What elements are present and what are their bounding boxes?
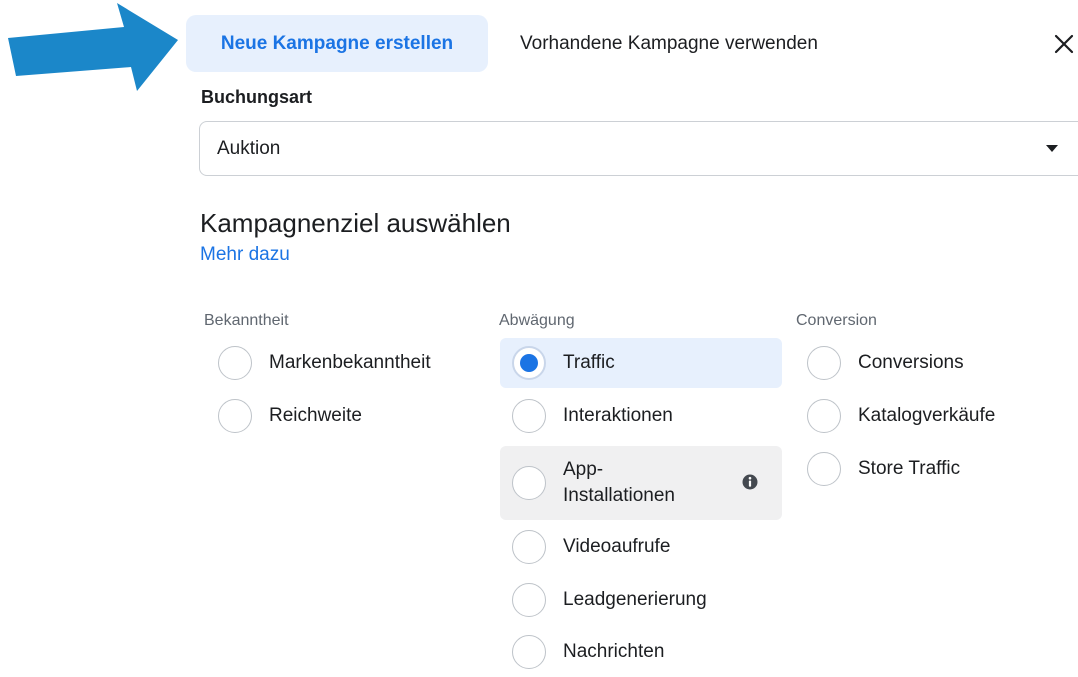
radio-button[interactable] — [512, 635, 546, 669]
radio-button[interactable] — [512, 530, 546, 564]
option-leadgenerierung[interactable]: Leadgenerierung — [500, 575, 782, 625]
option-markenbekanntheit[interactable]: Markenbekanntheit — [206, 338, 488, 388]
radio-button[interactable] — [512, 583, 546, 617]
booking-type-value: Auktion — [217, 138, 281, 159]
tab-existing-campaign[interactable]: Vorhandene Kampagne verwenden — [520, 28, 818, 60]
group-label-conversion: Conversion — [796, 312, 877, 329]
radio-button-selected[interactable] — [512, 346, 546, 380]
option-label: Reichweite — [269, 405, 362, 426]
option-videoaufrufe[interactable]: Videoaufrufe — [500, 522, 782, 572]
radio-button[interactable] — [512, 399, 546, 433]
booking-type-label: Buchungsart — [201, 87, 313, 107]
option-label: Traffic — [563, 352, 615, 373]
radio-dot-icon — [520, 354, 538, 372]
option-katalogverkaeufe[interactable]: Katalogverkäufe — [795, 391, 1077, 441]
objective-title: Kampagnenziel auswählen — [200, 208, 511, 238]
booking-type-select[interactable]: Auktion — [199, 121, 1078, 176]
radio-button[interactable] — [807, 399, 841, 433]
radio-button[interactable] — [807, 452, 841, 486]
close-button[interactable] — [1050, 28, 1078, 60]
option-label: Nachrichten — [563, 641, 665, 662]
option-store-traffic[interactable]: Store Traffic — [795, 444, 1077, 494]
close-icon — [1054, 34, 1074, 54]
option-label: Markenbekanntheit — [269, 352, 431, 373]
option-label: Videoaufrufe — [563, 536, 671, 557]
tab-new-campaign[interactable]: Neue Kampagne erstellen — [186, 15, 488, 72]
option-conversions[interactable]: Conversions — [795, 338, 1077, 388]
option-interaktionen[interactable]: Interaktionen — [500, 391, 782, 441]
option-traffic[interactable]: Traffic — [500, 338, 782, 388]
option-label: Interaktionen — [563, 405, 673, 426]
option-app-installationen[interactable]: App-Installationen — [500, 446, 782, 520]
option-label: Store Traffic — [858, 458, 961, 479]
radio-button[interactable] — [218, 346, 252, 380]
group-label-consideration: Abwägung — [499, 312, 575, 329]
caret-down-icon — [1046, 145, 1058, 152]
info-icon[interactable] — [741, 473, 759, 491]
option-label: Katalogverkäufe — [858, 405, 996, 426]
radio-button[interactable] — [807, 346, 841, 380]
option-label: Leadgenerierung — [563, 589, 707, 610]
radio-button[interactable] — [512, 466, 546, 500]
pointer-arrow-icon — [8, 3, 178, 91]
option-reichweite[interactable]: Reichweite — [206, 391, 488, 441]
option-label: Conversions — [858, 352, 964, 373]
learn-more-link[interactable]: Mehr dazu — [200, 244, 290, 266]
group-label-awareness: Bekanntheit — [204, 312, 289, 329]
radio-button[interactable] — [218, 399, 252, 433]
option-label: App-Installationen — [563, 459, 675, 506]
